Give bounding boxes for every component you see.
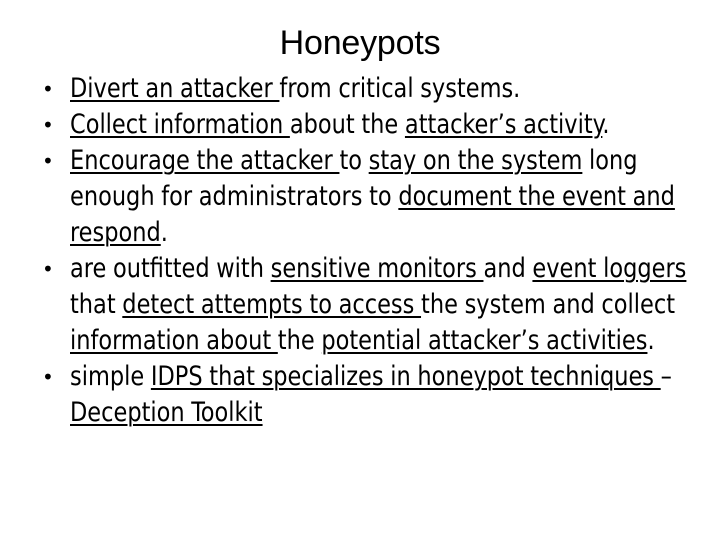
- bullet-point-icon: •: [42, 365, 54, 389]
- text-run: that: [70, 289, 123, 320]
- underlined-text-run: Encourage the attacker: [70, 145, 340, 176]
- text-run: about the: [289, 109, 405, 140]
- page-title: Honeypots: [279, 24, 441, 62]
- list-item: • Encourage the attacker to stay on the s…: [30, 143, 702, 251]
- text-run: simple: [70, 361, 151, 392]
- list-item-text: simple IDPS that specializes in honeypot…: [70, 359, 701, 431]
- underlined-text-run: event loggers: [532, 253, 687, 284]
- underlined-text-run: Divert an attacker: [70, 73, 280, 104]
- text-run: the system and collect: [421, 289, 676, 320]
- text-run: .: [647, 325, 655, 356]
- underlined-text-run: sensitive monitors: [270, 253, 484, 284]
- underlined-text-run: Collect information: [70, 109, 290, 140]
- text-run: and: [483, 253, 533, 284]
- text-run: are outfitted with: [70, 253, 271, 284]
- text-run: .: [160, 217, 168, 248]
- text-run: .: [602, 109, 610, 140]
- underlined-text-run: IDPS that specializes in honeypot techni…: [150, 361, 661, 392]
- underlined-text-run: detect attempts to access: [122, 289, 422, 320]
- presentation-slide: Honeypots • Divert an attacker from criti…: [0, 0, 720, 540]
- list-item: • simple IDPS that specializes in honeypo…: [30, 359, 702, 431]
- underlined-text-run: stay on the system: [368, 145, 583, 176]
- list-item-text: Collect information about the attacker’s…: [70, 107, 701, 143]
- underlined-text-run: Deception Toolkit: [70, 397, 263, 428]
- bullet-point-icon: •: [42, 257, 54, 281]
- bullet-list: • Divert an attacker from critical system…: [30, 71, 702, 431]
- underlined-text-run: information about: [70, 325, 278, 356]
- bullet-point-icon: •: [42, 113, 54, 137]
- bullet-point-icon: •: [42, 149, 54, 173]
- list-item: • are outfitted with sensitive monitors a…: [30, 251, 702, 359]
- underlined-text-run: attacker’s activity: [404, 109, 603, 140]
- list-item-text: Encourage the attacker to stay on the sy…: [70, 143, 701, 251]
- text-run: –: [660, 361, 672, 392]
- underlined-text-run: potential attacker’s activities: [321, 325, 648, 356]
- text-run: to: [339, 145, 369, 176]
- list-item-text: are outfitted with sensitive monitors an…: [70, 251, 701, 359]
- text-run: from critical systems.: [279, 73, 521, 104]
- bullet-point-icon: •: [42, 77, 54, 101]
- text-run: the: [277, 325, 322, 356]
- list-item: • Collect information about the attacker’…: [30, 107, 702, 143]
- list-item-text: Divert an attacker from critical systems…: [70, 71, 701, 107]
- list-item: • Divert an attacker from critical system…: [30, 71, 702, 107]
